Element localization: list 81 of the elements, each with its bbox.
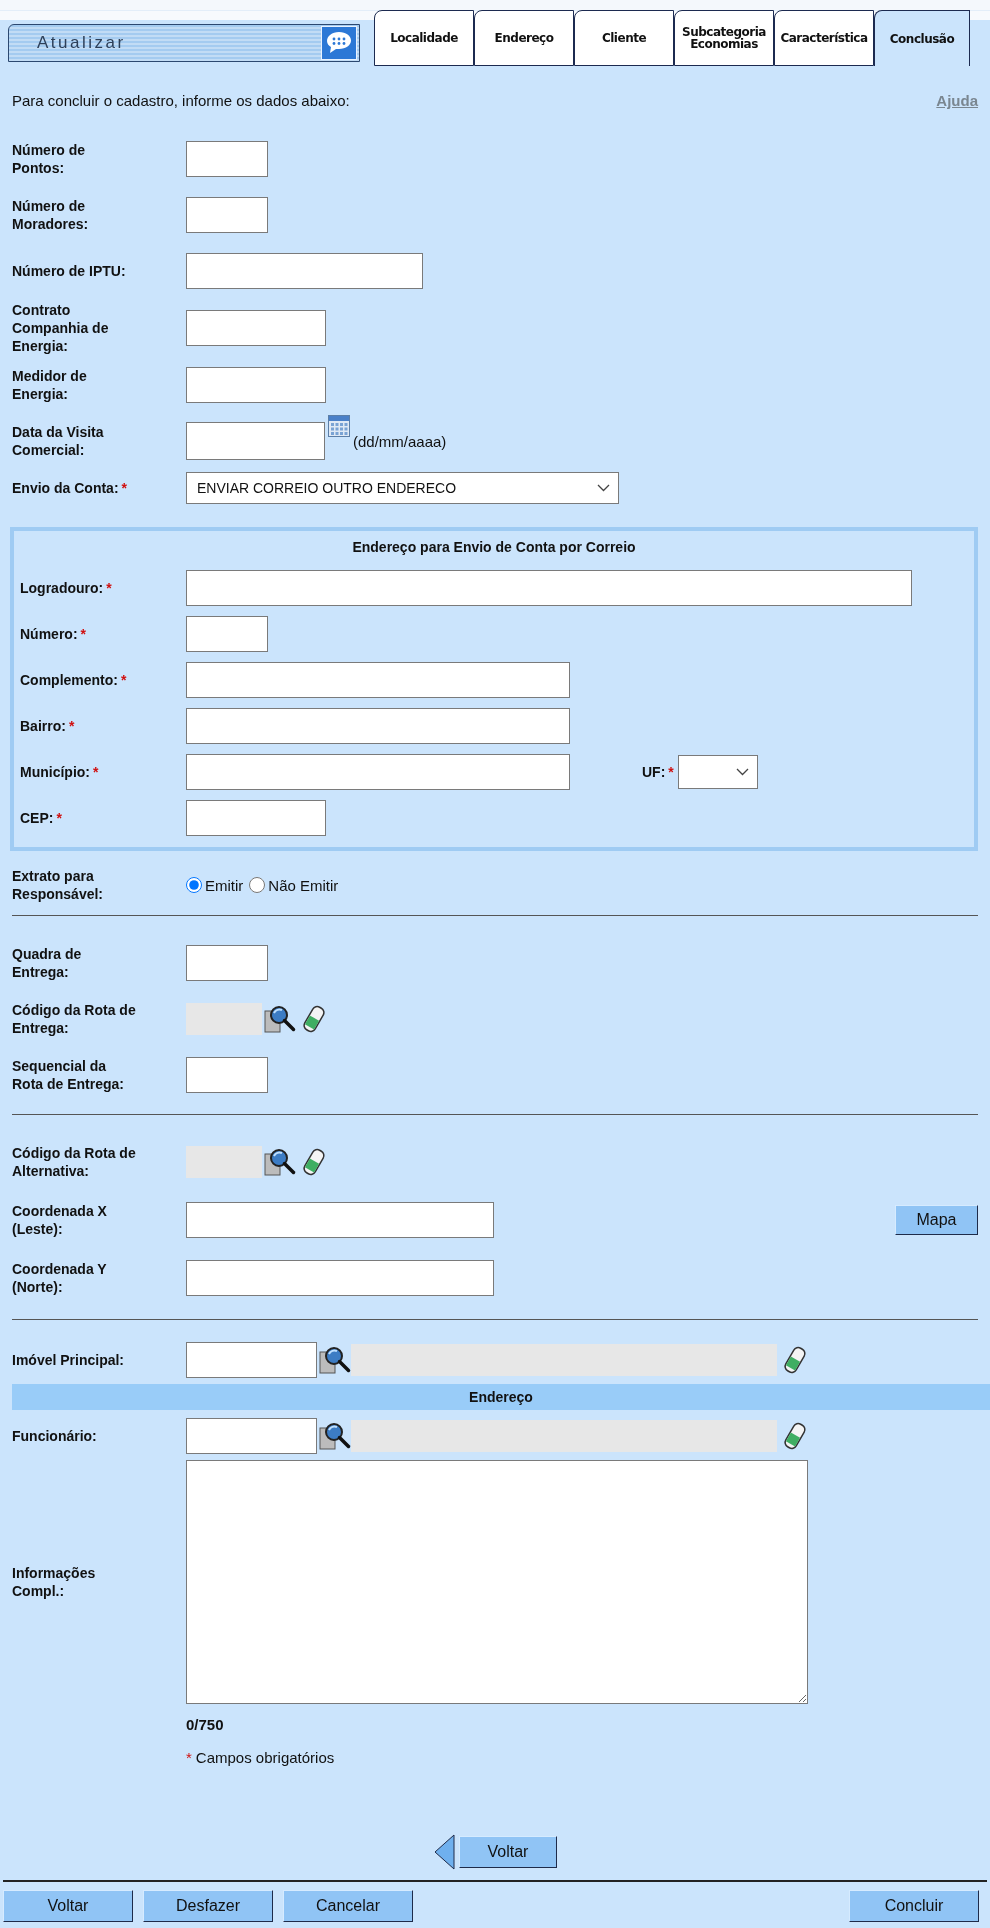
name-field[interactable] [351, 1420, 777, 1452]
field-label: Bairro: * [20, 717, 76, 735]
search-icon[interactable] [319, 1345, 351, 1375]
name-field[interactable] [351, 1344, 777, 1376]
field-label: Extrato para Responsável: [12, 867, 105, 903]
text-field[interactable] [186, 141, 268, 177]
chevron-icon [735, 768, 749, 776]
search-icon[interactable] [319, 1421, 351, 1451]
text-field[interactable] [186, 708, 570, 744]
field-label: Quadra de Entrega: [12, 945, 83, 981]
confirm-button[interactable]: Concluir [849, 1890, 979, 1922]
radio-label: Não Emitir [268, 876, 339, 894]
text-field[interactable] [186, 754, 570, 790]
intro-text: Para concluir o cadastro, informe os dados abaixo: [12, 92, 350, 109]
text-field[interactable] [186, 1418, 317, 1454]
tab[interactable]: Subcategoria Economias [674, 10, 774, 66]
text-field[interactable] [186, 945, 268, 981]
field-label: Sequencial da Rota de Entrega: [12, 1057, 125, 1093]
notes-field[interactable] [186, 1460, 808, 1704]
chat-icon[interactable] [321, 26, 357, 60]
text-field[interactable] [186, 800, 326, 836]
field-label: Coordenada Y (Norte): [12, 1260, 108, 1296]
field-label: CEP: * [20, 809, 63, 827]
search-icon[interactable] [264, 1004, 296, 1034]
tab[interactable]: Localidade [374, 10, 474, 66]
text-field[interactable] [186, 662, 570, 698]
back-arrow-icon[interactable] [433, 1834, 455, 1870]
field-label: Município: * [20, 763, 100, 781]
field-label: Informações Compl.: [12, 1564, 97, 1600]
field-label: UF: * [642, 763, 674, 781]
field-label: Logradouro: * [20, 579, 113, 597]
tab[interactable]: Endereço [474, 10, 574, 66]
section-band: Endereço [12, 1384, 990, 1410]
field-label: Código da Rota de Entrega: [12, 1001, 137, 1037]
text-field[interactable] [186, 253, 423, 289]
back-button[interactable]: Voltar [459, 1836, 557, 1868]
search-icon[interactable] [264, 1147, 296, 1177]
field-label: Número de Moradores: [12, 197, 90, 233]
field-label: Número de IPTU: [12, 262, 127, 280]
field-label: Coordenada X (Leste): [12, 1202, 108, 1238]
tab[interactable]: Característica [774, 10, 874, 66]
tab[interactable]: Conclusão [874, 10, 970, 66]
panel-title: Endereço para Envio de Conta por Correio [351, 538, 637, 557]
field-label: Data da Visita Comercial: [12, 423, 105, 459]
text-field[interactable] [186, 367, 326, 403]
field-label: Contrato Companhia de Energia: [12, 301, 110, 355]
field-label: Funcionário: [12, 1427, 98, 1445]
map-button[interactable]: Mapa [895, 1205, 978, 1235]
field-label: Envio da Conta: * [12, 479, 128, 497]
radio-button[interactable] [249, 877, 266, 893]
text-field[interactable] [186, 570, 912, 606]
text-field[interactable] [186, 1342, 317, 1378]
chevron-icon [597, 484, 610, 492]
action-button[interactable]: Cancelar [283, 1890, 413, 1922]
field-label: Imóvel Principal: [12, 1351, 126, 1369]
action-button[interactable]: Voltar [3, 1890, 133, 1922]
text-field[interactable] [186, 616, 268, 652]
tab[interactable]: Cliente [574, 10, 674, 66]
date-format-hint: (dd/mm/aaaa) [353, 432, 447, 450]
radio-button[interactable] [186, 877, 202, 893]
text-field[interactable] [186, 1057, 268, 1093]
character-counter: 0/750 [186, 1715, 224, 1733]
date-field[interactable] [186, 422, 325, 460]
field-label: Número: * [20, 625, 87, 643]
calendar-icon[interactable] [328, 415, 350, 437]
code-field[interactable] [186, 1003, 262, 1035]
radio-label: Emitir [205, 876, 244, 894]
field-label: Número de Pontos: [12, 141, 87, 177]
field-label: Código da Rota de Alternativa: [12, 1144, 137, 1180]
text-field[interactable] [186, 1260, 494, 1296]
field-label: Complemento: * [20, 671, 128, 689]
dropdown[interactable] [677, 755, 758, 789]
required-note: * Campos obrigatórios [186, 1748, 335, 1766]
action-button[interactable]: Desfazer [143, 1890, 273, 1922]
text-field[interactable] [186, 197, 268, 233]
field-label: Medidor de Energia: [12, 367, 88, 403]
page-title: Atualizar [37, 33, 126, 53]
text-field[interactable] [186, 1202, 494, 1238]
text-field[interactable] [186, 310, 326, 346]
code-field[interactable] [186, 1146, 262, 1178]
dropdown[interactable]: ENVIAR CORREIO OUTRO ENDERECO [186, 472, 619, 504]
